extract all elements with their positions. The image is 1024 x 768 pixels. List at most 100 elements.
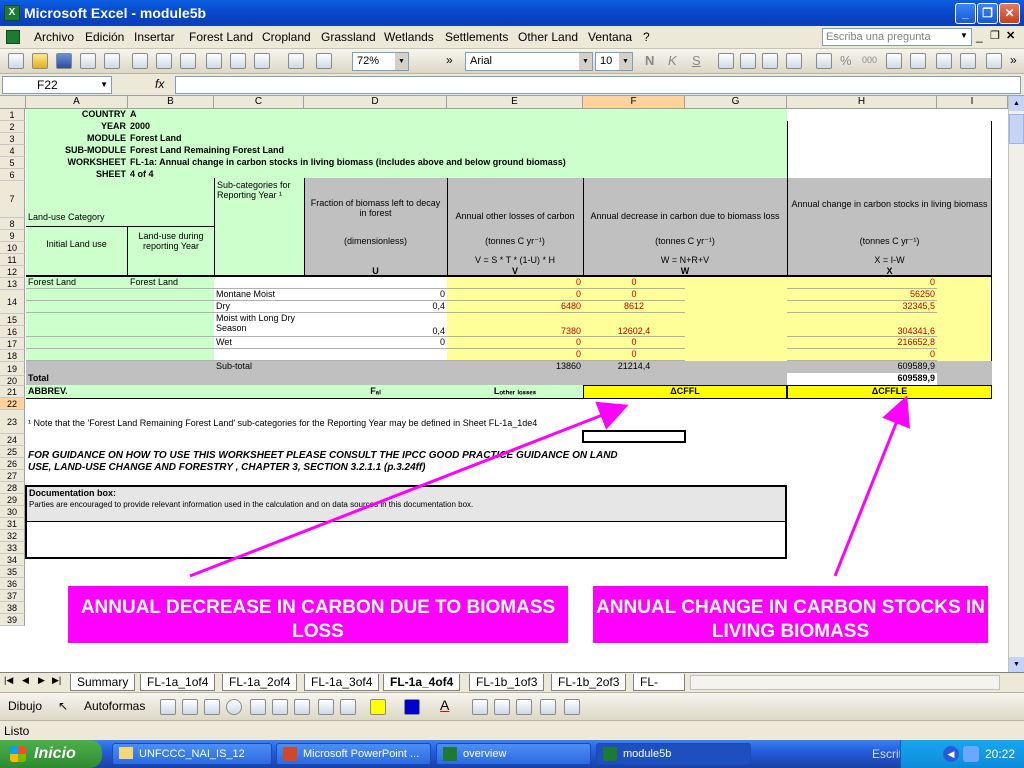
menu-grassland[interactable]: Grassland bbox=[321, 30, 376, 44]
menu-settlements[interactable]: Settlements bbox=[445, 30, 508, 44]
bold-icon[interactable]: N bbox=[645, 53, 654, 68]
chevron-down-icon[interactable]: ▼ bbox=[579, 53, 592, 70]
line-color-icon[interactable] bbox=[404, 699, 420, 715]
clock[interactable]: 20:22 bbox=[985, 740, 1015, 768]
tab-fl-1b-2of3[interactable]: FL-1b_2of3 bbox=[551, 674, 627, 691]
cut-icon[interactable] bbox=[206, 53, 222, 69]
prev-sheet-icon[interactable]: ◀ bbox=[22, 675, 29, 686]
clipart-icon[interactable] bbox=[318, 699, 334, 715]
increase-indent-icon[interactable] bbox=[960, 53, 976, 69]
restore-button[interactable]: ❐ bbox=[977, 3, 998, 24]
copy-icon[interactable] bbox=[230, 53, 246, 69]
permission-icon[interactable] bbox=[80, 53, 96, 69]
doc-restore-button[interactable]: ❐ bbox=[990, 29, 1000, 42]
chevron-down-icon[interactable]: ▼ bbox=[619, 53, 632, 70]
diagram-icon[interactable] bbox=[294, 699, 310, 715]
tab-fl-1b-3of3[interactable]: FL-1b_3 bbox=[633, 674, 685, 691]
task-module5b[interactable]: module5b bbox=[596, 743, 751, 765]
decrease-indent-icon[interactable] bbox=[936, 53, 952, 69]
tray-back-icon[interactable]: ◀ bbox=[943, 746, 959, 762]
zoom-select[interactable]: 72% ▼ bbox=[352, 52, 409, 71]
email-icon[interactable] bbox=[104, 53, 120, 69]
formula-input[interactable] bbox=[175, 76, 1021, 94]
close-button[interactable]: ✕ bbox=[999, 3, 1020, 24]
italic-icon[interactable]: K bbox=[668, 53, 677, 68]
autoshapes-menu[interactable]: Autoformas bbox=[84, 699, 145, 713]
tab-fl-1a-3of4[interactable]: FL-1a_3of4 bbox=[304, 674, 380, 691]
tab-fl-1a-4of4[interactable]: FL-1a_4of4 bbox=[383, 674, 461, 691]
shadow-icon[interactable] bbox=[540, 699, 556, 715]
menu-wetlands[interactable]: Wetlands bbox=[384, 30, 434, 44]
select-objects-icon[interactable]: ↖ bbox=[58, 699, 68, 713]
chevron-down-icon[interactable]: ▼ bbox=[100, 77, 108, 93]
format-painter-icon[interactable] bbox=[288, 53, 304, 69]
doc-minimize-button[interactable]: _ bbox=[976, 29, 983, 43]
underline-icon[interactable]: S bbox=[692, 53, 701, 68]
align-right-icon[interactable] bbox=[762, 53, 778, 69]
menu-cropland[interactable]: Cropland bbox=[262, 30, 311, 44]
wordart-icon[interactable] bbox=[272, 699, 288, 715]
menu-edicion[interactable]: Edición bbox=[85, 30, 124, 44]
line-style-icon[interactable] bbox=[472, 699, 488, 715]
network-icon[interactable] bbox=[963, 746, 979, 762]
horizontal-scrollbar[interactable] bbox=[690, 675, 1000, 690]
menu-insertar[interactable]: Insertar bbox=[134, 30, 175, 44]
oval-icon[interactable] bbox=[226, 699, 242, 715]
function-icon[interactable]: fx bbox=[155, 77, 164, 91]
arrow-style-icon[interactable] bbox=[516, 699, 532, 715]
tab-fl-1b-1of3[interactable]: FL-1b_1of3 bbox=[469, 674, 545, 691]
toolbar-options-icon[interactable]: » bbox=[1010, 53, 1017, 67]
new-icon[interactable] bbox=[8, 53, 24, 69]
paste-icon[interactable] bbox=[254, 53, 270, 69]
percent-icon[interactable]: % bbox=[840, 53, 852, 68]
scroll-up-icon[interactable]: ▲ bbox=[1009, 96, 1024, 111]
help-dropdown-icon[interactable]: ▼ bbox=[960, 31, 968, 40]
name-box[interactable]: F22 ▼ bbox=[2, 76, 112, 94]
minimize-button[interactable]: _ bbox=[955, 3, 976, 24]
thousands-icon[interactable]: 000 bbox=[862, 55, 877, 65]
line-icon[interactable] bbox=[160, 699, 176, 715]
tab-fl-1a-2of4[interactable]: FL-1a_2of4 bbox=[222, 674, 298, 691]
align-center-icon[interactable] bbox=[740, 53, 756, 69]
font-color-icon[interactable]: A bbox=[440, 697, 449, 713]
save-icon[interactable] bbox=[56, 53, 72, 69]
start-button[interactable]: Inicio bbox=[0, 740, 102, 768]
3d-icon[interactable] bbox=[564, 699, 580, 715]
tab-summary[interactable]: Summary bbox=[70, 674, 136, 691]
dash-style-icon[interactable] bbox=[494, 699, 510, 715]
currency-icon[interactable] bbox=[816, 53, 832, 69]
menu-help[interactable]: ? bbox=[643, 30, 650, 44]
merge-center-icon[interactable] bbox=[786, 53, 802, 69]
help-search-input[interactable]: Escriba una pregunta bbox=[822, 28, 972, 46]
spelling-icon[interactable] bbox=[180, 53, 196, 69]
textbox-icon[interactable] bbox=[250, 699, 266, 715]
undo-icon[interactable] bbox=[316, 53, 332, 69]
picture-icon[interactable] bbox=[340, 699, 356, 715]
rectangle-icon[interactable] bbox=[204, 699, 220, 715]
task-overview[interactable]: overview bbox=[436, 743, 591, 765]
spreadsheet-grid[interactable]: A B C D E F G H I 1 2 3 4 5 6 7 8 9 10 11 12 13 14 15 1… bbox=[0, 96, 1008, 672]
fill-color-icon[interactable] bbox=[370, 699, 386, 715]
vertical-scrollbar[interactable]: ▲ ▼ bbox=[1008, 96, 1024, 672]
task-unfccc[interactable]: UNFCCC_NAI_IS_12 bbox=[112, 743, 272, 765]
draw-menu[interactable]: Dibujo bbox=[8, 699, 42, 713]
print-icon[interactable] bbox=[132, 53, 148, 69]
borders-icon[interactable] bbox=[986, 53, 1002, 69]
print-preview-icon[interactable] bbox=[156, 53, 172, 69]
arrow-icon[interactable] bbox=[182, 699, 198, 715]
align-left-icon[interactable] bbox=[718, 53, 734, 69]
decrease-decimal-icon[interactable] bbox=[910, 53, 926, 69]
chevron-down-icon[interactable]: ▼ bbox=[395, 53, 408, 70]
excel-icon[interactable]: X bbox=[4, 5, 20, 21]
last-sheet-icon[interactable]: ▶| bbox=[52, 675, 61, 686]
open-icon[interactable] bbox=[32, 53, 48, 69]
document-icon[interactable] bbox=[6, 30, 20, 44]
first-sheet-icon[interactable]: |◀ bbox=[4, 675, 13, 686]
scroll-down-icon[interactable]: ▼ bbox=[1009, 657, 1024, 672]
menu-forest-land[interactable]: Forest Land bbox=[189, 30, 253, 44]
menu-ventana[interactable]: Ventana bbox=[588, 30, 632, 44]
menu-archivo[interactable]: Archivo bbox=[34, 30, 74, 44]
scroll-thumb[interactable] bbox=[1009, 114, 1024, 144]
doc-close-button[interactable]: ✕ bbox=[1006, 29, 1015, 42]
font-size-select[interactable]: 10 ▼ bbox=[595, 52, 633, 71]
